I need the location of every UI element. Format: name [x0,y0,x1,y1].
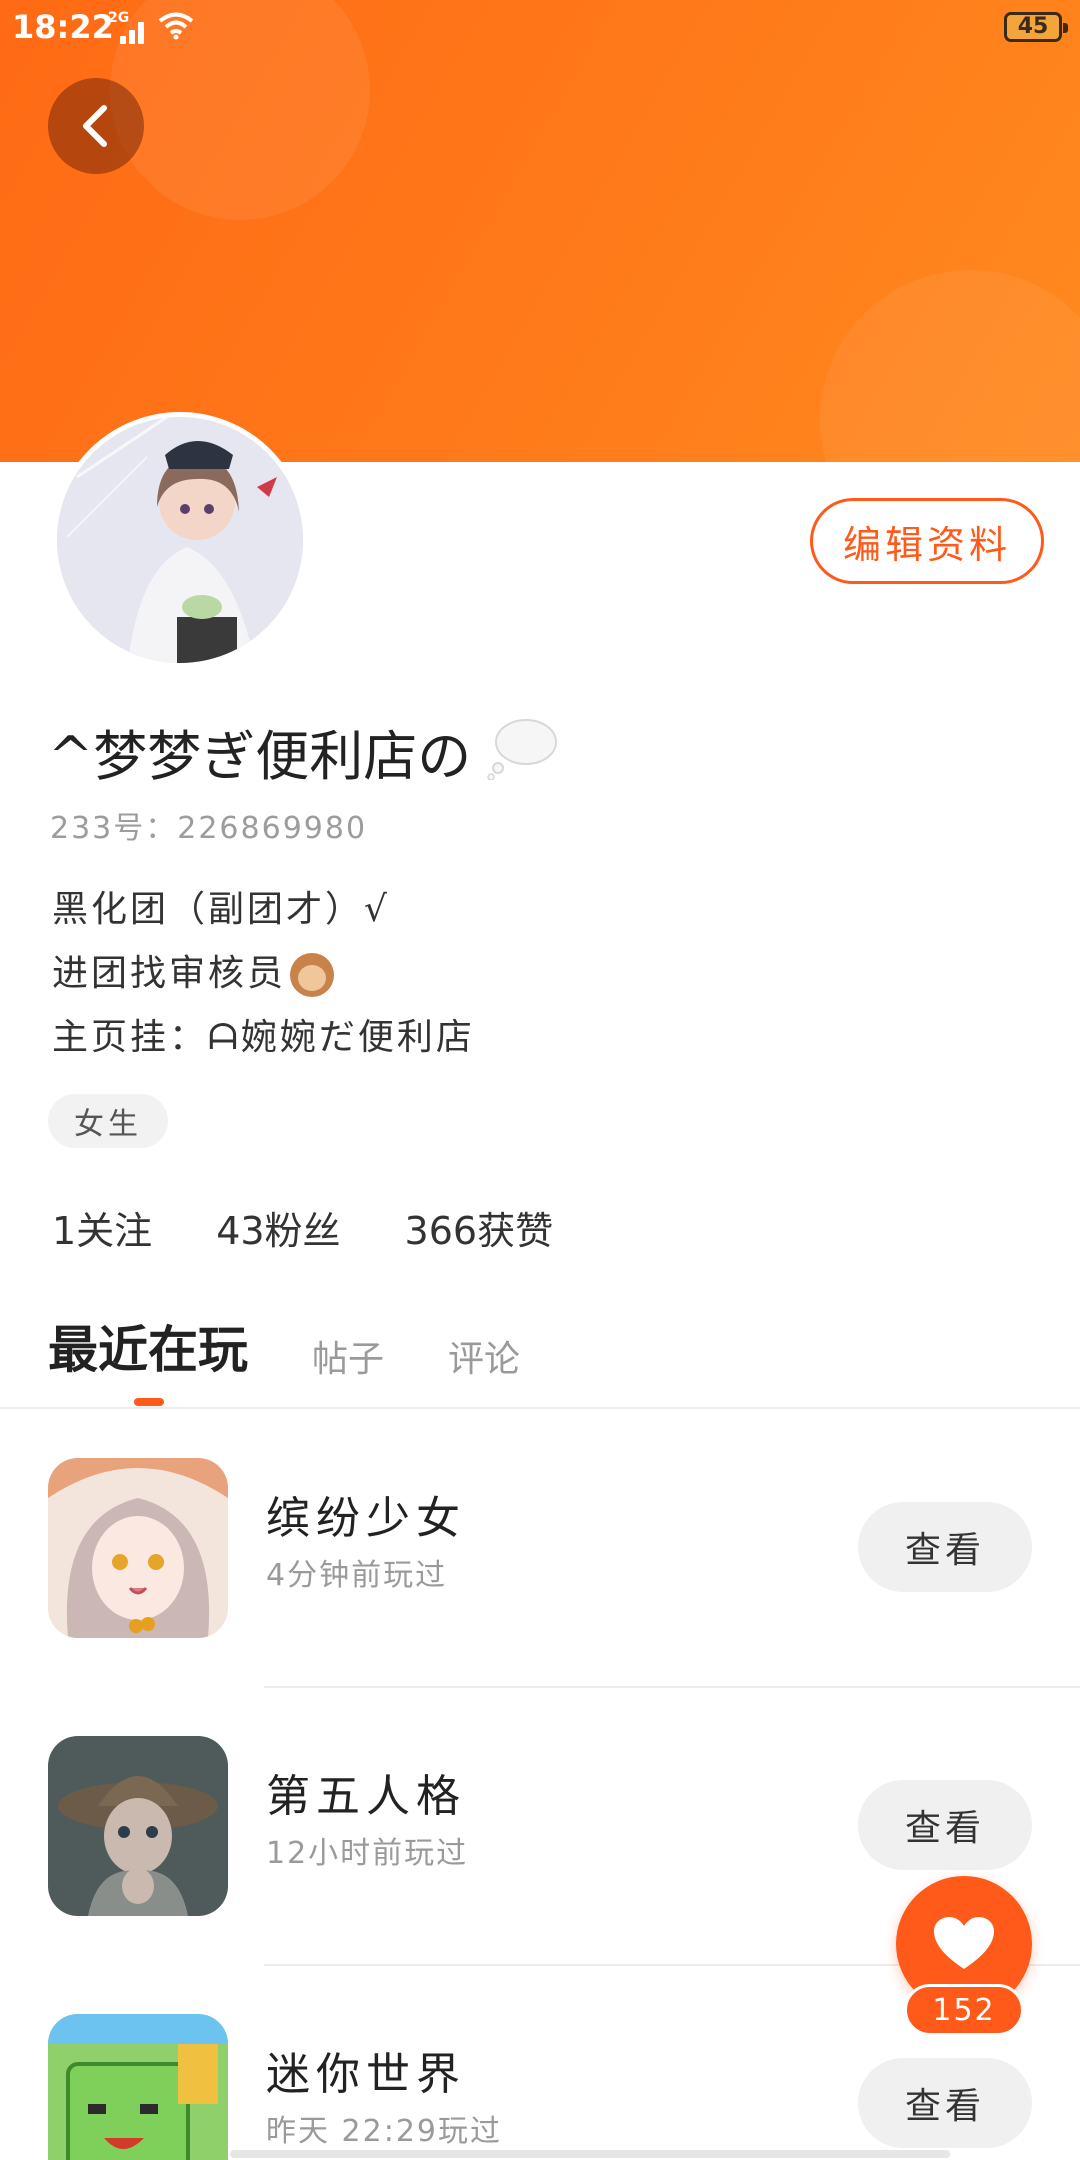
edit-profile-button[interactable]: 编辑资料 [810,498,1044,584]
last-played-time: 昨天 22:29玩过 [266,2114,502,2149]
battery-level: 45 [1017,14,1049,39]
chevron-left-icon [83,105,107,147]
user-id: 233号：226869980 [50,811,368,846]
view-game-button[interactable]: 查看 [858,1780,1032,1870]
back-button[interactable] [48,78,144,174]
game-icon [48,2014,228,2160]
wifi-icon [158,12,194,40]
header-decoration [820,270,1080,462]
avatar[interactable] [52,412,308,668]
profile-header: 18:22 2G 45 [0,0,1080,462]
status-time: 18:22 [12,8,114,46]
list-item[interactable]: 缤纷少女 4分钟前玩过 查看 [0,1410,1080,1688]
game-name: 第五人格 [266,1771,466,1822]
heart-icon [934,1917,994,1969]
scrollbar[interactable] [230,2150,950,2158]
view-game-button[interactable]: 查看 [858,2058,1032,2148]
view-game-button[interactable]: 查看 [858,1502,1032,1592]
game-icon [48,1736,228,1916]
thought-bubble-icon [487,719,557,780]
status-bar: 18:22 2G 45 [0,0,1080,56]
bio-line-text: 进团找审核员 [52,953,287,994]
monkey-emoji-icon [290,953,335,997]
tab-posts[interactable]: 帖子 [312,1330,384,1382]
profile-stats: 1关注 43粉丝 366获赞 [52,1200,553,1255]
bio-line: 主页挂：ᗩ婉婉だ便利店 [52,1017,475,1058]
signal-icon [110,22,148,44]
tab-comments[interactable]: 评论 [448,1330,520,1382]
game-name: 迷你世界 [266,2049,466,2100]
profile-tabs: 最近在玩 帖子 评论 [48,1310,584,1382]
like-count: 152 [904,1984,1024,2036]
gender-tag: 女生 [48,1094,168,1148]
bio-line: 黑化团（副团才）√ [52,889,390,930]
tab-recently-played[interactable]: 最近在玩 [48,1310,248,1382]
battery-icon: 45 [1004,12,1068,42]
fans-count[interactable]: 43粉丝 [216,1200,340,1255]
likes-count[interactable]: 366获赞 [405,1200,554,1255]
bio-line: 进团找审核员 [52,944,335,997]
avatar-image [57,417,303,663]
divider [0,1407,1080,1409]
last-played-time: 4分钟前玩过 [266,1558,448,1593]
username: ^梦梦ぎ便利店の [48,725,472,788]
tab-indicator [134,1398,164,1406]
game-icon [48,1458,228,1638]
last-played-time: 12小时前玩过 [266,1836,469,1871]
game-name: 缤纷少女 [266,1493,466,1544]
following-count[interactable]: 1关注 [52,1200,152,1255]
